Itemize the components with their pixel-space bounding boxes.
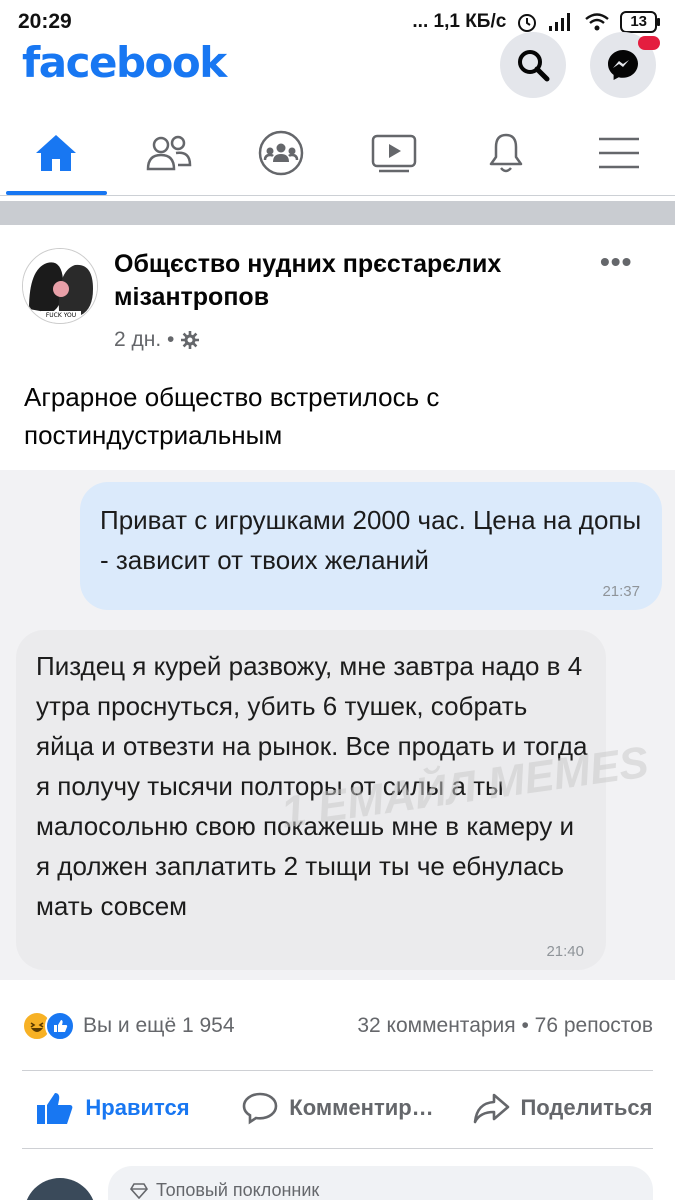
avatar-caption: FUCK YOU xyxy=(46,312,76,319)
video-icon xyxy=(371,134,416,172)
messenger-button[interactable] xyxy=(590,32,660,98)
outgoing-message-time: 21:37 xyxy=(602,583,640,600)
post-meta: 2 дн. • xyxy=(114,328,200,352)
post-actions: Нравится Комментир… Поделиться xyxy=(0,1078,675,1138)
top-fan-label: Топовый поклонник xyxy=(156,1180,320,1200)
post-more-button[interactable]: ••• xyxy=(600,246,632,278)
friends-icon xyxy=(146,135,192,170)
search-icon xyxy=(518,50,550,82)
post-image[interactable]: Приват с игрушками 2000 час. Цена на доп… xyxy=(0,470,675,980)
home-icon xyxy=(36,134,77,171)
outgoing-message-text: Приват с игрушками 2000 час. Цена на доп… xyxy=(100,505,642,575)
share-button[interactable]: Поделиться xyxy=(450,1091,675,1125)
like-reaction-icon xyxy=(45,1011,75,1041)
post-header: FUCK YOU Общєство нудних прєстарєлих міз… xyxy=(0,240,675,360)
notification-badge xyxy=(638,36,660,50)
feed-divider xyxy=(0,201,675,225)
like-label: Нравится xyxy=(85,1095,190,1120)
wifi-icon xyxy=(585,13,610,31)
group-avatar-image: FUCK YOU xyxy=(23,249,97,323)
gear-icon xyxy=(181,331,200,349)
facebook-logo[interactable]: facebook xyxy=(22,38,227,87)
reaction-icons[interactable] xyxy=(22,1011,75,1041)
tab-notifications[interactable] xyxy=(450,110,563,195)
tab-home[interactable] xyxy=(0,110,113,195)
incoming-message-time: 21:40 xyxy=(546,943,584,960)
groups-icon xyxy=(259,130,304,175)
app-header: facebook xyxy=(0,30,675,110)
tab-friends[interactable] xyxy=(113,110,226,195)
share-label: Поделиться xyxy=(520,1095,653,1120)
post-text: Аграрное общество встретилось с постинду… xyxy=(24,382,440,450)
comment-label: Комментир… xyxy=(289,1095,434,1120)
menu-icon xyxy=(598,137,639,168)
tab-groups[interactable] xyxy=(225,110,338,195)
tab-menu[interactable] xyxy=(563,110,675,195)
messenger-icon xyxy=(608,50,638,80)
comments-shares-count[interactable]: 32 комментария • 76 репостов xyxy=(357,1014,653,1038)
thumbs-up-icon xyxy=(37,1093,73,1124)
main-nav xyxy=(0,110,675,196)
search-button[interactable] xyxy=(500,32,566,98)
comment-button[interactable]: Комментир… xyxy=(225,1091,450,1125)
signal-icon xyxy=(549,13,571,31)
diamond-icon xyxy=(130,1182,148,1199)
outgoing-message-bubble: Приват с игрушками 2000 час. Цена на доп… xyxy=(80,482,662,610)
tab-watch[interactable] xyxy=(338,110,451,195)
group-name[interactable]: Общєство нудних прєстарєлих мізантропов xyxy=(114,248,584,314)
bell-icon xyxy=(490,133,523,172)
share-icon xyxy=(474,1093,510,1124)
post-time[interactable]: 2 дн. • xyxy=(114,328,174,352)
group-avatar[interactable]: FUCK YOU xyxy=(22,248,98,324)
comment-bubble[interactable]: Топовый поклонник xyxy=(108,1166,653,1200)
reactions-bar: Вы и ещё 1 954 32 комментария • 76 репос… xyxy=(0,1004,675,1048)
commenter-avatar[interactable] xyxy=(24,1178,96,1200)
like-button[interactable]: Нравится xyxy=(0,1090,225,1126)
reaction-summary[interactable]: Вы и ещё 1 954 xyxy=(83,1014,235,1038)
top-fan-badge: Топовый поклонник xyxy=(130,1180,631,1200)
comment-icon xyxy=(242,1092,278,1125)
separator xyxy=(22,1070,653,1071)
separator xyxy=(22,1148,653,1149)
